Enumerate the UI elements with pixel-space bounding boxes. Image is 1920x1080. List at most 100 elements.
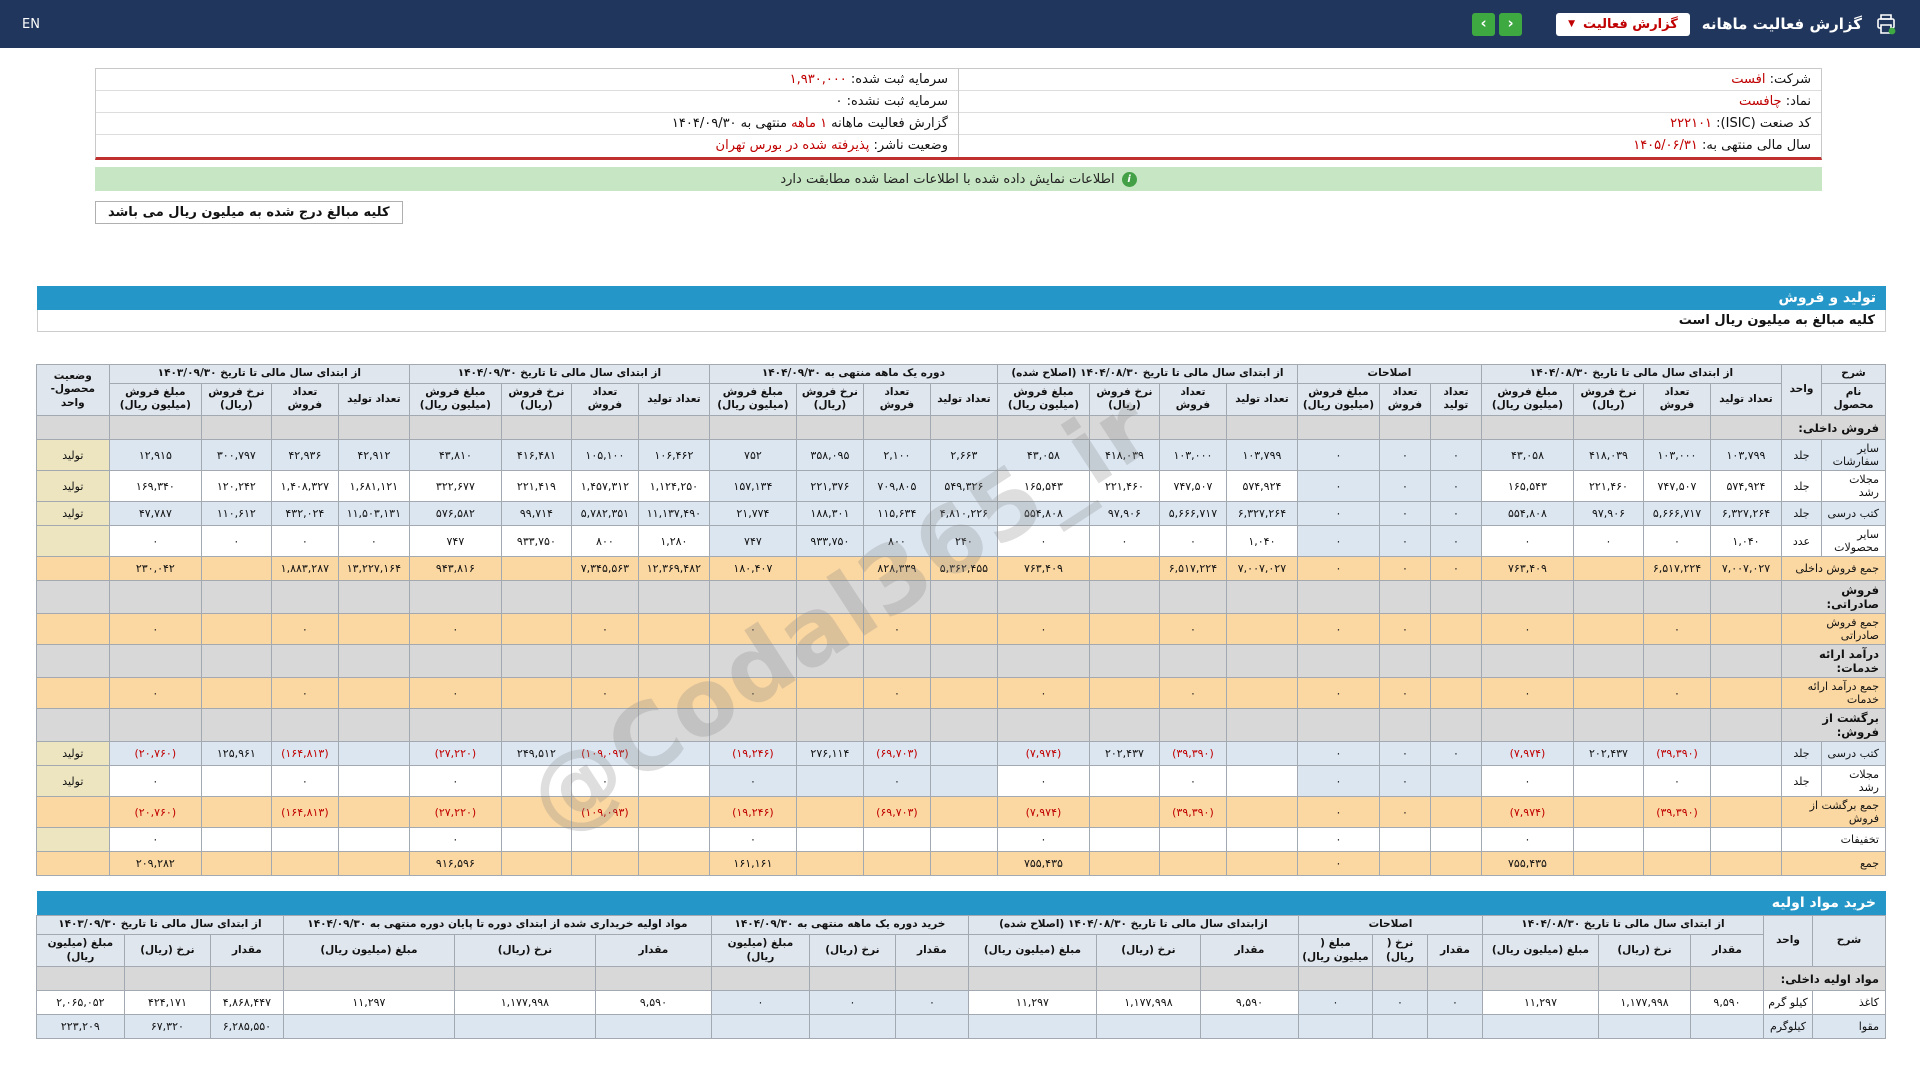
- info-row: شرکت: افست: [959, 69, 1821, 91]
- desc-header: شرح: [1821, 364, 1886, 384]
- empty-cell: [1710, 708, 1782, 743]
- empty-cell: [337, 580, 410, 615]
- value-cell: ۰: [1429, 501, 1482, 527]
- value-cell: ۵۷۴,۹۲۴: [1225, 470, 1298, 503]
- report-type-dropdown[interactable]: گزارش فعالیت ▼: [1556, 12, 1690, 36]
- topbar-controls: ‹ › گزارش فعالیت ▼ گزارش فعالیت ماهانه: [1468, 12, 1898, 36]
- empty-cell: [408, 580, 502, 615]
- value-cell: ۰: [808, 990, 896, 1016]
- value-cell: ۱۱,۲۹۷: [1481, 990, 1600, 1016]
- nav-right-button[interactable]: ›: [1499, 12, 1523, 36]
- nav-left-button[interactable]: ‹: [1472, 12, 1496, 36]
- value-cell: [1225, 827, 1298, 853]
- unit-cell: جلد: [1781, 741, 1822, 767]
- value-cell: [929, 765, 998, 798]
- row-label-cell: جمع فروش داخلی: [1781, 556, 1886, 582]
- value-cell: ۴۱۶,۴۸۱: [500, 439, 572, 472]
- period-group-header: از ابتدای سال مالی تا تاریخ ۱۴۰۴/۰۸/۳۰: [1480, 364, 1783, 384]
- print-button[interactable]: [1874, 12, 1898, 36]
- empty-cell: [108, 415, 202, 441]
- row-label-cell: تخفیفات: [1781, 827, 1886, 853]
- value-cell: ۰: [1158, 525, 1227, 558]
- value-cell: [1088, 556, 1160, 582]
- value-cell: ۰: [1480, 613, 1575, 646]
- table-row: تخفیفات ۰ ۰ ۰ ۰ ۰ ۰: [35, 827, 1886, 853]
- value-cell: ۲۳۰,۰۴۲: [108, 556, 202, 582]
- section-label: فروش داخلی:: [1781, 415, 1886, 441]
- value-cell: (۲۷,۲۲۰): [408, 796, 502, 829]
- empty-cell: [1480, 415, 1575, 441]
- measure-header: مقدار: [209, 933, 284, 968]
- value-cell: (۳۹,۳۹۰): [1643, 796, 1711, 829]
- value-cell: ۶,۵۱۷,۲۲۴: [1643, 556, 1711, 582]
- value-cell: [200, 827, 272, 853]
- value-cell: ۰: [1429, 556, 1482, 582]
- measure-header: مبلغ فروش (میلیون ریال): [1480, 382, 1575, 417]
- value-cell: ۱۰۵,۱۰۰: [570, 439, 639, 472]
- empty-cell: [1710, 415, 1782, 441]
- empty-cell: [1481, 966, 1600, 992]
- empty-cell: [1296, 644, 1380, 679]
- value-cell: [929, 827, 998, 853]
- value-cell: [1573, 827, 1644, 853]
- empty-cell: [637, 415, 710, 441]
- info-value: پذیرفته شده در بورس تهران: [715, 138, 870, 153]
- value-cell: (۲۰,۷۶۰): [108, 741, 202, 767]
- value-cell: ۰: [1480, 677, 1575, 710]
- value-cell: ۱,۱۷۷,۹۹۸: [1598, 990, 1691, 1016]
- status-cell: [35, 613, 110, 646]
- empty-cell: [1088, 644, 1160, 679]
- empty-cell: [108, 580, 202, 615]
- empty-cell: [996, 708, 1090, 743]
- value-cell: [1429, 796, 1482, 829]
- value-cell: ۸۲۸,۳۳۹: [862, 556, 931, 582]
- empty-cell: [1573, 708, 1644, 743]
- value-cell: ۱۶۹,۳۴۰: [108, 470, 202, 503]
- info-row: سرمایه ثبت نشده: ۰: [96, 91, 958, 113]
- value-cell: (۷,۹۷۴): [1480, 741, 1575, 767]
- product-name-cell: کاغذ: [1812, 990, 1886, 1016]
- product-name-cell: سایر سفارشات: [1821, 439, 1886, 472]
- value-cell: [1429, 765, 1482, 798]
- value-cell: [500, 851, 572, 877]
- empty-cell: [1598, 966, 1691, 992]
- value-cell: ۷,۰۰۷,۰۲۷: [1225, 556, 1298, 582]
- value-cell: ۰: [1426, 990, 1483, 1016]
- info-label: سال مالی منتهی به:: [1697, 138, 1811, 153]
- unit-cell: جلد: [1781, 765, 1822, 798]
- value-cell: ۱۲,۳۶۹,۴۸۲: [637, 556, 710, 582]
- value-cell: ۰: [1378, 796, 1431, 829]
- empty-cell: [209, 966, 284, 992]
- value-cell: ۰: [108, 613, 202, 646]
- value-cell: ۱۲۰,۲۴۲: [200, 470, 272, 503]
- value-cell: [1429, 851, 1482, 877]
- measure-header: تعداد فروش: [270, 382, 339, 417]
- value-cell: ۰: [408, 827, 502, 853]
- period-group-header: از ابتدای سال مالی تا تاریخ ۱۴۰۴/۰۹/۳۰: [408, 364, 710, 384]
- measure-header: مبلغ ( میلیون ریال): [1297, 933, 1373, 968]
- measure-header: مبلغ (میلیون ریال): [1481, 933, 1600, 968]
- empty-cell: [862, 415, 931, 441]
- value-cell: (۱۶۴,۸۱۳): [270, 741, 339, 767]
- info-row: نماد: چافست: [959, 91, 1821, 113]
- value-cell: ۱,۸۸۳,۲۸۷: [270, 556, 339, 582]
- company-info-table: شرکت: افست نماد: چافست کد صنعت (ISIC): ۲۲۲…: [95, 68, 1822, 160]
- value-cell: ۰: [1088, 525, 1160, 558]
- value-cell: ۰: [1480, 765, 1575, 798]
- value-cell: ۶,۲۸۵,۵۵۰: [209, 1014, 284, 1040]
- value-cell: [1088, 677, 1160, 710]
- value-cell: ۹۳۳,۷۵۰: [500, 525, 572, 558]
- value-cell: ۶,۳۲۷,۲۶۴: [1225, 501, 1298, 527]
- value-cell: [200, 677, 272, 710]
- value-cell: ۰: [708, 677, 797, 710]
- info-label: وضعیت ناشر:: [869, 138, 948, 153]
- empty-cell: [1378, 644, 1431, 679]
- measure-header: مبلغ فروش (میلیون ریال): [408, 382, 502, 417]
- value-cell: ۲۲۱,۴۶۰: [1573, 470, 1644, 503]
- print-icon: [1874, 12, 1898, 36]
- value-cell: [270, 851, 339, 877]
- empty-cell: [708, 708, 797, 743]
- language-toggle[interactable]: EN: [22, 17, 40, 32]
- value-cell: ۰: [996, 525, 1090, 558]
- value-cell: [1429, 677, 1482, 710]
